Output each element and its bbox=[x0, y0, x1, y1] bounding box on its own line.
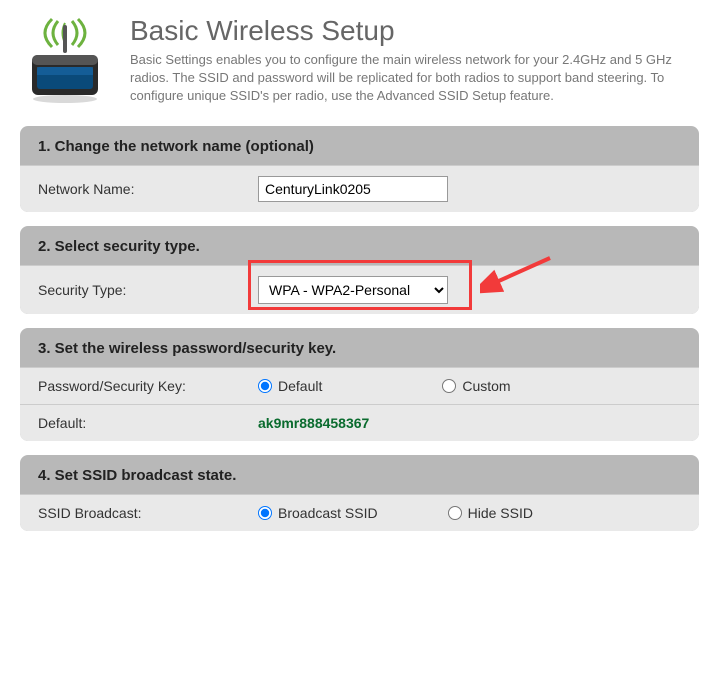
section-title: 1. Change the network name (optional) bbox=[20, 138, 699, 165]
router-icon bbox=[20, 15, 110, 105]
section-title: 4. Set SSID broadcast state. bbox=[20, 467, 699, 494]
password-default-option[interactable]: Default bbox=[258, 378, 322, 394]
page-header: Basic Wireless Setup Basic Settings enab… bbox=[20, 15, 699, 106]
radio-label: Default bbox=[278, 378, 322, 394]
broadcast-ssid-option[interactable]: Broadcast SSID bbox=[258, 505, 378, 521]
default-password-value: ak9mr888458367 bbox=[258, 415, 369, 431]
section-title: 3. Set the wireless password/security ke… bbox=[20, 340, 699, 367]
network-name-input[interactable] bbox=[258, 176, 448, 202]
section-network-name: 1. Change the network name (optional) Ne… bbox=[20, 126, 699, 212]
radio-label: Hide SSID bbox=[468, 505, 533, 521]
security-type-select[interactable]: WPA - WPA2-Personal bbox=[258, 276, 448, 304]
default-password-label: Default: bbox=[38, 415, 258, 431]
section-title: 2. Select security type. bbox=[20, 238, 699, 265]
password-custom-radio[interactable] bbox=[442, 379, 456, 393]
network-name-label: Network Name: bbox=[38, 181, 258, 197]
ssid-broadcast-label: SSID Broadcast: bbox=[38, 505, 258, 521]
password-custom-option[interactable]: Custom bbox=[442, 378, 510, 394]
password-key-label: Password/Security Key: bbox=[38, 378, 258, 394]
security-type-label: Security Type: bbox=[38, 282, 258, 298]
broadcast-ssid-radio[interactable] bbox=[258, 506, 272, 520]
hide-ssid-radio[interactable] bbox=[448, 506, 462, 520]
hide-ssid-option[interactable]: Hide SSID bbox=[448, 505, 533, 521]
section-ssid-broadcast: 4. Set SSID broadcast state. SSID Broadc… bbox=[20, 455, 699, 531]
section-security-type: 2. Select security type. Security Type: … bbox=[20, 226, 699, 314]
password-default-radio[interactable] bbox=[258, 379, 272, 393]
radio-label: Broadcast SSID bbox=[278, 505, 378, 521]
radio-label: Custom bbox=[462, 378, 510, 394]
section-password: 3. Set the wireless password/security ke… bbox=[20, 328, 699, 441]
page-description: Basic Settings enables you to configure … bbox=[130, 51, 699, 106]
page-title: Basic Wireless Setup bbox=[130, 15, 699, 47]
